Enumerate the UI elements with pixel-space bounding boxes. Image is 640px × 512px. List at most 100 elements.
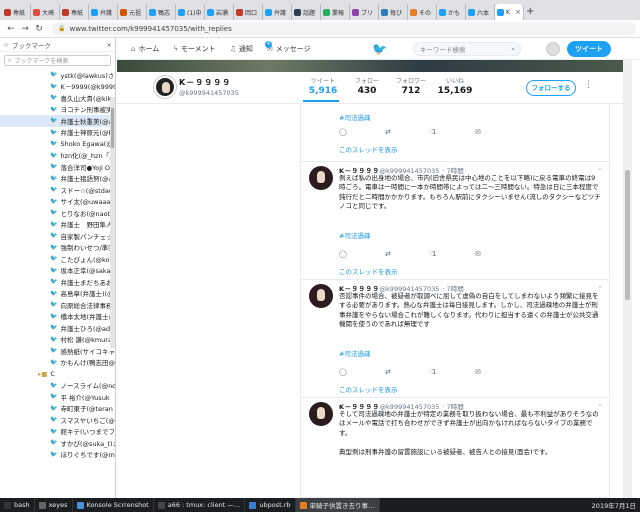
- bookmark-item[interactable]: 🐦 落合洋司●Yoji O: [0, 161, 115, 173]
- browser-tab[interactable]: かも: [437, 4, 466, 20]
- bookmark-item[interactable]: 🐦 弁護士 野田隼人: [0, 219, 115, 231]
- tweet-hashtag[interactable]: #司法過疎: [339, 348, 370, 358]
- tweet[interactable]: K－９９９９@k999941457035 · 7時間 ⌄ そして司法過疎地の弁護士が特…: [301, 398, 609, 498]
- profile-name[interactable]: K－９９９９: [179, 77, 231, 88]
- bookmark-item[interactable]: 🐦 高島章(弁護士)(@: [0, 288, 115, 300]
- page-scrollbar[interactable]: [623, 60, 632, 498]
- tweet[interactable]: K－９９９９@k999941457035 · 7時間 ⌄ 例えば私の出身地の場合、市内…: [301, 162, 609, 280]
- tweet-hashtag[interactable]: #司法過疎: [339, 112, 370, 122]
- browser-tab[interactable]: ブリ: [350, 4, 379, 20]
- bookmark-item[interactable]: 🐦 自家製パンチェック: [0, 230, 115, 242]
- show-thread-link[interactable]: このスレッドを表示: [339, 266, 398, 276]
- show-thread-link[interactable]: このスレッドを表示: [339, 384, 398, 394]
- browser-tab[interactable]: 弁護: [89, 4, 118, 20]
- bookmark-item[interactable]: 🐦 感熱紙(サイコキャ: [0, 345, 115, 357]
- bookmark-folder[interactable]: ▸■ C: [0, 368, 115, 380]
- browser-tab[interactable]: K ×: [495, 4, 524, 20]
- bookmark-item[interactable]: 🐦 喜久山大貴(@kiku: [0, 92, 115, 104]
- bookmark-item[interactable]: 🐦 村松 謙(@kmurar: [0, 334, 115, 346]
- bookmark-item[interactable]: 🐦 ノースライム(@no: [0, 380, 115, 392]
- browser-tab[interactable]: 六本: [466, 4, 495, 20]
- bookmark-item[interactable]: 🐦 橋本太地(弁護士@: [0, 311, 115, 323]
- tweet[interactable]: K－９９９９@k999941457035 · 7時間 ⌄ 否認事件の場合、被疑者が取調…: [301, 280, 609, 398]
- browser-tab[interactable]: 業報: [321, 4, 350, 20]
- taskbar-item[interactable]: xeyes: [35, 498, 73, 512]
- forward-arrow-icon[interactable]: →: [18, 24, 32, 34]
- bookmark-item[interactable]: 🐦 かもんけ(鴨志田@: [0, 357, 115, 369]
- profile-stat[interactable]: ツイート 5,916: [303, 76, 343, 96]
- taskbar-item[interactable]: 単騎子供置き去り事…: [295, 498, 380, 512]
- bookmark-item[interactable]: 🐦 スマスヤいちご(@: [0, 414, 115, 426]
- browser-tab[interactable]: 専紙: [60, 4, 89, 20]
- more-options-icon[interactable]: ⋮: [584, 80, 593, 90]
- bookmark-item[interactable]: 🐦 すかぴ(@suka_t)さ: [0, 437, 115, 449]
- browser-tab[interactable]: 岡口: [234, 4, 263, 20]
- tweet-avatar[interactable]: [309, 166, 333, 190]
- close-icon[interactable]: ×: [515, 8, 521, 16]
- twitter-search-input[interactable]: キーワード検索 ⌕: [413, 42, 521, 56]
- bookmark-item[interactable]: 🐦 hzn化(@_hzn「」3: [0, 150, 115, 162]
- chevron-down-icon[interactable]: ⌄: [597, 282, 603, 290]
- profile-stat[interactable]: フォロワー 712: [391, 76, 431, 96]
- bookmark-item[interactable]: 🐦 スドー☆(@stdau: [0, 184, 115, 196]
- tweet-avatar[interactable]: [309, 402, 333, 426]
- profile-handle[interactable]: @k999941457035: [179, 89, 239, 97]
- taskbar-item[interactable]: a66 : tmux: client —…: [154, 498, 246, 512]
- nav-moments[interactable]: ϟ モーメント: [173, 44, 215, 54]
- bookmark-item[interactable]: 🐦 強制わいせつ/準強: [0, 242, 115, 254]
- browser-tab[interactable]: 元祖: [118, 4, 147, 20]
- profile-stat[interactable]: フォロー 430: [347, 76, 387, 96]
- profile-avatar[interactable]: [154, 76, 176, 98]
- sidebar-scrollbar[interactable]: [110, 98, 115, 348]
- tweet[interactable]: #司法過疎 ◯ ⇄ ♡ 1 ✉ このスレッドを表示: [301, 104, 609, 162]
- browser-tab[interactable]: 岩瀬: [205, 4, 234, 20]
- nav-notifications[interactable]: ♫ 通知: [230, 44, 253, 54]
- tweet-button[interactable]: ツイート: [567, 41, 611, 57]
- bookmark-item[interactable]: 🐦 サイ太(@uwaaaa): [0, 196, 115, 208]
- browser-tab[interactable]: 鴨志: [147, 4, 176, 20]
- follow-button[interactable]: フォローする: [526, 80, 576, 96]
- browser-tab[interactable]: 話題: [292, 4, 321, 20]
- browser-tab[interactable]: (1)中: [176, 4, 205, 20]
- bookmark-item[interactable]: 🐦 弁護士神原元(@k: [0, 127, 115, 139]
- bookmark-item[interactable]: 🐦 弁護士まだちあおま: [0, 276, 115, 288]
- chevron-down-icon[interactable]: ⌄: [597, 400, 603, 408]
- reload-icon[interactable]: ↻: [32, 24, 46, 34]
- twitter-bird-icon[interactable]: 🐦: [372, 42, 387, 56]
- tweet-avatar[interactable]: [309, 284, 333, 308]
- browser-tab[interactable]: 専紙: [2, 4, 31, 20]
- user-avatar[interactable]: [546, 42, 560, 56]
- browser-tab[interactable]: 大崎: [31, 4, 60, 20]
- tweet-hashtag[interactable]: #司法過疎: [339, 230, 370, 240]
- show-thread-link[interactable]: このスレッドを表示: [339, 144, 398, 154]
- bookmark-item[interactable]: 🐦 坂本正幸(@sakar: [0, 265, 115, 277]
- browser-tab[interactable]: その: [408, 4, 437, 20]
- bookmark-item[interactable]: 🐦 ystk(@lawkus)さん: [0, 69, 115, 81]
- chevron-down-icon[interactable]: ⌄: [597, 164, 603, 172]
- bookmark-item[interactable]: 🐦 弁護士ひろ(@adv: [0, 322, 115, 334]
- bookmark-item[interactable]: 🐦 弁護士猪語努(@a: [0, 173, 115, 185]
- taskbar-item[interactable]: Konsole Scrrenshot: [73, 498, 154, 512]
- bookmark-item[interactable]: 🐦 平 裕介(@Yusuk: [0, 391, 115, 403]
- close-icon[interactable]: ×: [107, 41, 112, 49]
- bookmark-item[interactable]: 🐦 向原総合法律事務: [0, 299, 115, 311]
- bookmark-item[interactable]: 🐦 ヨコチン刑事被実: [0, 104, 115, 116]
- browser-tab[interactable]: 毎び: [379, 4, 408, 20]
- bookmark-item[interactable]: 🐦 弁護士秋重美(@a: [0, 115, 115, 127]
- nav-messages[interactable]: ✉ メッセージ: [267, 44, 311, 54]
- taskbar-item[interactable]: ubpost.rb: [245, 498, 296, 512]
- profile-stat[interactable]: いいね 15,169: [435, 76, 475, 96]
- browser-tab[interactable]: 弁護: [263, 4, 292, 20]
- bookmark-item[interactable]: 🐦 とりなお(@naotar: [0, 207, 115, 219]
- bookmark-item[interactable]: 🐦 寺町東子(@teran: [0, 403, 115, 415]
- bookmark-item[interactable]: 🐦K－9999(@k99994: [0, 81, 115, 93]
- bookmark-item[interactable]: 🐦 館キテ(いつまでフ: [0, 426, 115, 438]
- bookmark-item[interactable]: 🐦 Shoko Egawa(@a: [0, 138, 115, 150]
- taskbar-item[interactable]: bash: [0, 498, 35, 512]
- nav-home[interactable]: ⌂ ホーム: [131, 44, 159, 54]
- bookmark-item[interactable]: 🐦 こたぴょん(@kotar: [0, 253, 115, 265]
- bookmark-search-input[interactable]: ⌕ ブックマークを検索: [4, 55, 111, 66]
- new-tab-button[interactable]: +: [526, 4, 534, 20]
- back-arrow-icon[interactable]: ←: [4, 24, 18, 34]
- url-field[interactable]: 🔒 www.twitter.com/k999941457035/with_rep…: [52, 22, 636, 35]
